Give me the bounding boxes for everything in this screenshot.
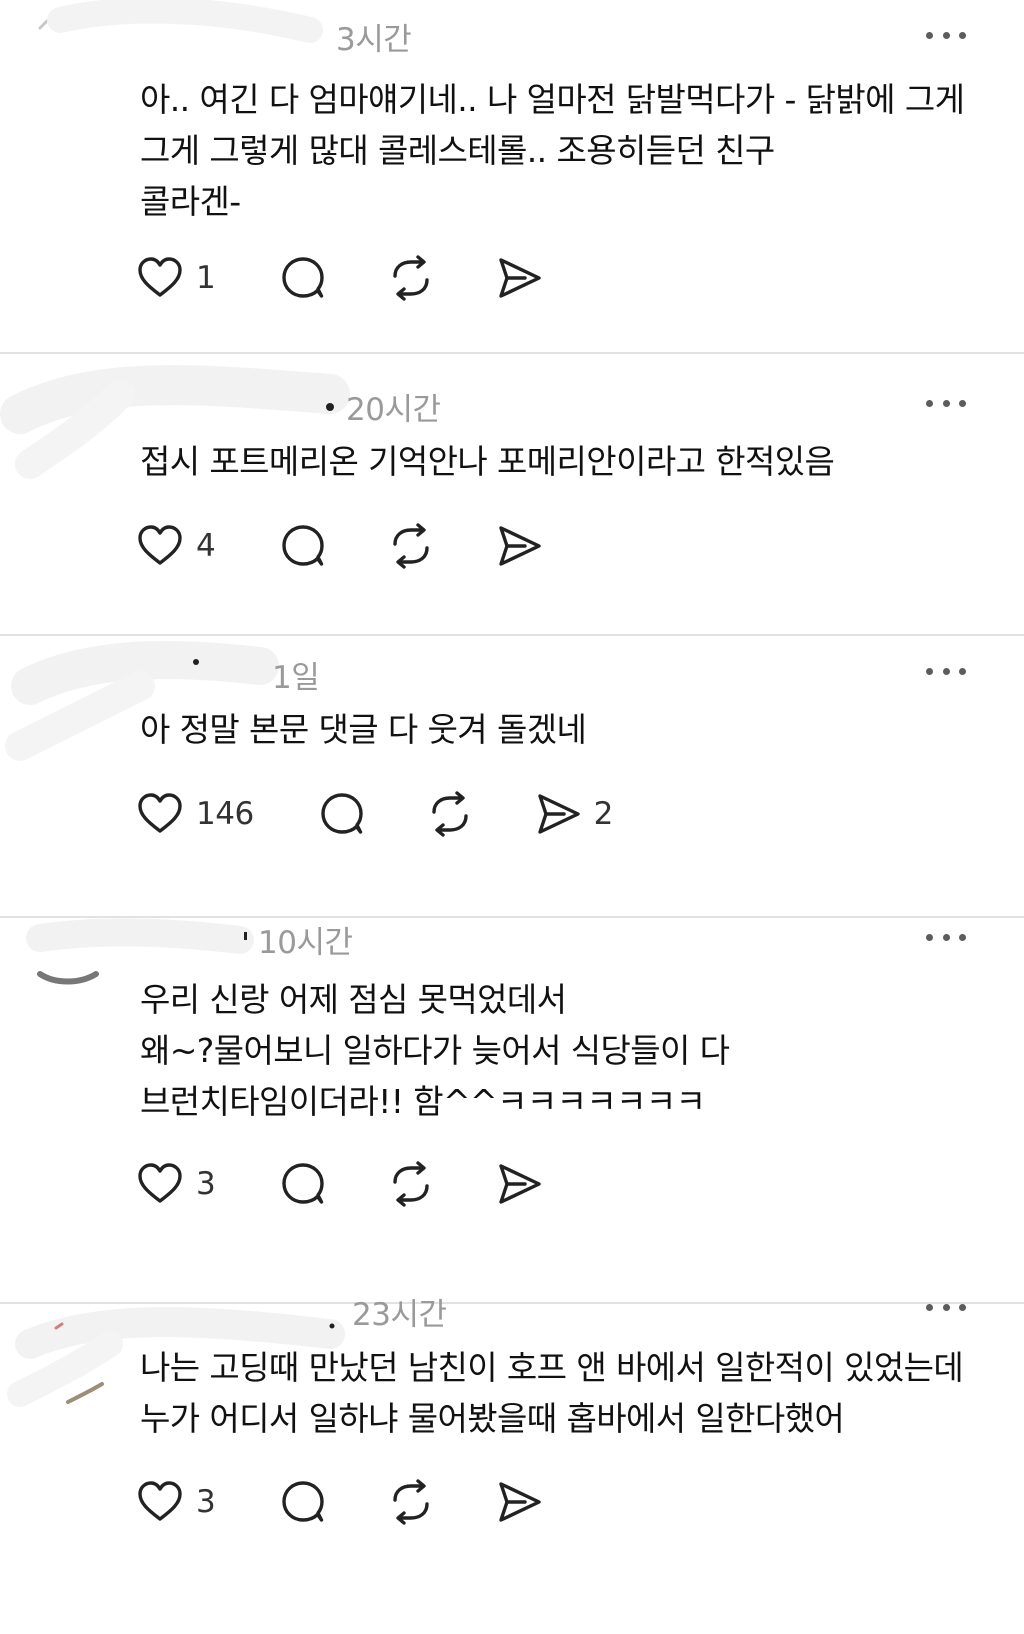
comment-text: 접시 포트메리온 기억안나 포메리안이라고 한적있음	[140, 436, 990, 487]
reply-button[interactable]	[279, 522, 327, 570]
send-icon	[495, 1160, 543, 1208]
comment-line: 누가 어디서 일하냐 물어봤을때 홉바에서 일한다했어	[140, 1399, 845, 1438]
comment-item: 3시간 아.. 여긴 다 엄마얘기네.. 나 얼마전 닭발먹다가 - 닭밝에 그…	[0, 0, 1024, 354]
share-button[interactable]	[495, 254, 543, 302]
like-button[interactable]: 1	[136, 254, 216, 302]
like-button[interactable]: 3	[136, 1160, 216, 1208]
comment-line: 나는 고딩때 만났던 남친이 호프 앤 바에서 일한적이 있었는데	[140, 1348, 964, 1387]
send-icon	[495, 522, 543, 570]
share-button[interactable]: 2	[534, 790, 613, 838]
heart-icon	[136, 1478, 184, 1526]
repost-icon	[387, 254, 435, 302]
more-dots-icon[interactable]	[926, 1300, 966, 1314]
more-dots-icon[interactable]	[926, 664, 966, 678]
post-time: 1일	[272, 660, 320, 696]
repost-icon	[387, 1478, 435, 1526]
comment-bubble-icon	[318, 790, 366, 838]
comment-text: 나는 고딩때 만났던 남친이 호프 앤 바에서 일한적이 있었는데 누가 어디서…	[140, 1342, 990, 1444]
send-icon	[495, 254, 543, 302]
post-time: 23시간	[352, 1297, 447, 1333]
comment-feed: 3시간 아.. 여긴 다 엄마얘기네.. 나 얼마전 닭발먹다가 - 닭밝에 그…	[0, 0, 1024, 1634]
action-bar: 3	[136, 1476, 543, 1528]
more-dots-icon[interactable]	[926, 930, 966, 944]
share-button[interactable]	[495, 522, 543, 570]
comment-text: 우리 신랑 어제 점심 못먹었데서 왜~?물어보니 일하다가 늦어서 식당들이 …	[140, 974, 990, 1127]
comment-line: 브런치타임이더라!! 함^^ㅋㅋㅋㅋㅋㅋㅋ	[140, 1082, 706, 1121]
comment-bubble-icon	[279, 254, 327, 302]
repost-icon	[426, 790, 474, 838]
heart-icon	[136, 522, 184, 570]
like-count: 146	[196, 796, 254, 832]
more-dots-icon[interactable]	[926, 396, 966, 410]
heart-icon	[136, 254, 184, 302]
comment-text: 아 정말 본문 댓글 다 웃겨 돌겠네	[140, 704, 990, 755]
more-dots-icon[interactable]	[926, 28, 966, 42]
send-icon	[495, 1478, 543, 1526]
post-time: 3시간	[336, 22, 412, 58]
comment-line: 왜~?물어보니 일하다가 늦어서 식당들이 다	[140, 1031, 730, 1070]
comment-item: 1일 아 정말 본문 댓글 다 웃겨 돌겠네 146 2	[0, 636, 1024, 918]
send-icon	[534, 790, 582, 838]
repost-icon	[387, 522, 435, 570]
share-button[interactable]	[495, 1478, 543, 1526]
post-time: 20시간	[346, 392, 441, 428]
repost-button[interactable]	[426, 790, 474, 838]
heart-icon	[136, 1160, 184, 1208]
comment-line: 그게 그렇게 많대 콜레스테롤.. 조용히듣던 친구	[140, 131, 775, 170]
comment-line: 아.. 여긴 다 엄마얘기네.. 나 얼마전 닭발먹다가 - 닭밝에 그게	[140, 80, 965, 119]
comment-bubble-icon	[279, 1478, 327, 1526]
action-bar: 4	[136, 520, 543, 572]
like-count: 4	[196, 528, 216, 564]
repost-button[interactable]	[387, 254, 435, 302]
like-button[interactable]: 146	[136, 790, 254, 838]
like-button[interactable]: 4	[136, 522, 216, 570]
comment-bubble-icon	[279, 1160, 327, 1208]
reply-button[interactable]	[318, 790, 366, 838]
share-button[interactable]	[495, 1160, 543, 1208]
comment-line: 우리 신랑 어제 점심 못먹었데서	[140, 980, 567, 1019]
heart-icon	[136, 790, 184, 838]
reply-button[interactable]	[279, 1478, 327, 1526]
action-bar: 1	[136, 252, 543, 304]
reply-button[interactable]	[279, 1160, 327, 1208]
action-bar: 146 2	[136, 788, 613, 840]
comment-line: 콜라겐-	[140, 182, 241, 221]
comment-bubble-icon	[279, 522, 327, 570]
post-time: 10시간	[258, 925, 353, 961]
comment-line: 아 정말 본문 댓글 다 웃겨 돌겠네	[140, 710, 587, 749]
repost-icon	[387, 1160, 435, 1208]
comment-item: 23시간 나는 고딩때 만났던 남친이 호프 앤 바에서 일한적이 있었는데 누…	[0, 1297, 1024, 1634]
comment-line: 접시 포트메리온 기억안나 포메리안이라고 한적있음	[140, 442, 835, 481]
action-bar: 3	[136, 1158, 543, 1210]
repost-button[interactable]	[387, 1478, 435, 1526]
repost-button[interactable]	[387, 522, 435, 570]
like-count: 3	[196, 1166, 216, 1202]
reply-button[interactable]	[279, 254, 327, 302]
like-count: 1	[196, 260, 216, 296]
comment-item: 10시간 우리 신랑 어제 점심 못먹었데서 왜~?물어보니 일하다가 늦어서 …	[0, 918, 1024, 1304]
comment-item: 20시간 접시 포트메리온 기억안나 포메리안이라고 한적있음 4	[0, 354, 1024, 636]
share-count: 2	[593, 796, 614, 832]
like-button[interactable]: 3	[136, 1478, 216, 1526]
like-count: 3	[196, 1484, 216, 1520]
comment-text: 아.. 여긴 다 엄마얘기네.. 나 얼마전 닭발먹다가 - 닭밝에 그게 그게…	[140, 74, 990, 227]
repost-button[interactable]	[387, 1160, 435, 1208]
